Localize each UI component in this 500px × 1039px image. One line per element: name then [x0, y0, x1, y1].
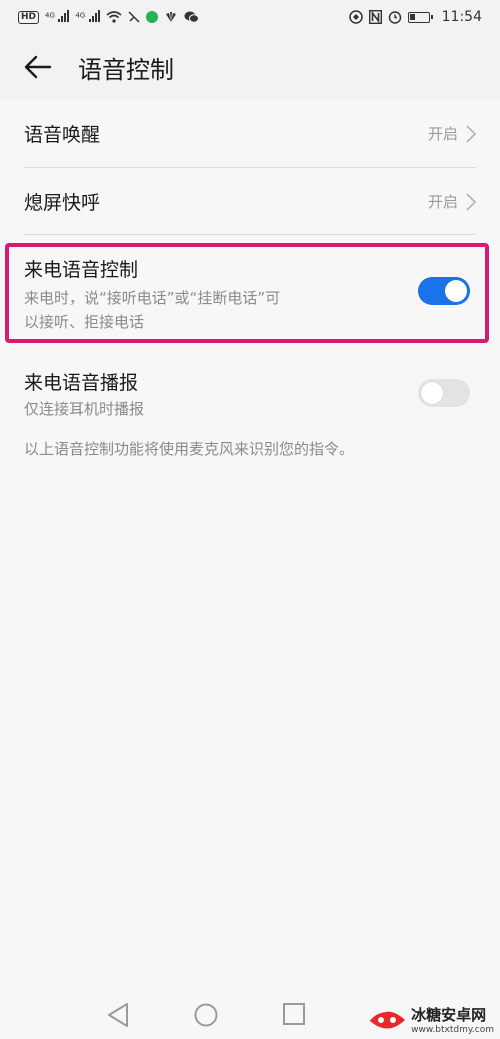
nav-recents-icon[interactable] [282, 1002, 306, 1026]
status-time: 11:54 [441, 9, 482, 25]
signal-4g-icon: 4G [75, 9, 100, 25]
settings-list: 语音唤醒 开启 熄屏快呼 开启 来电语音控制 来电时，说“接听电话”或“挂断电话… [0, 100, 500, 1039]
green-app-icon [145, 11, 158, 23]
app-header: 语音控制 [0, 34, 500, 100]
hd-icon: HD [18, 10, 40, 24]
n-icon [368, 10, 382, 24]
highlight-frame [5, 243, 489, 343]
footnote-text: 以上语音控制功能将使用麦克风来识别您的指令。 [24, 440, 355, 458]
setting-description: 仅连接耳机时播报 [24, 400, 145, 418]
battery-icon [407, 11, 433, 23]
setting-value: 开启 [428, 123, 476, 144]
wifi-icon [106, 11, 122, 23]
status-bar-right: 11:54 [348, 9, 482, 25]
watermark-url: www.btxtdmy.com [411, 1025, 494, 1035]
huawei-icon [165, 12, 176, 22]
watermark-name: 冰糖安卓网 [411, 1006, 487, 1024]
back-arrow-icon[interactable] [24, 53, 52, 81]
network-type-label: 4G [45, 10, 55, 19]
nav-back-icon[interactable] [106, 1002, 130, 1028]
watermark-text: 冰糖安卓网 www.btxtdmy.com [411, 1004, 494, 1035]
nfc-icon [348, 10, 363, 24]
status-bar-left: HD 4G 4G [18, 9, 199, 25]
network-type-label: 4G [75, 10, 86, 19]
wechat-icon [184, 11, 199, 23]
divider [24, 234, 476, 235]
mute-icon [128, 11, 140, 23]
watermark-logo-icon [368, 1009, 406, 1028]
setting-label: 语音唤醒 [24, 124, 101, 146]
nav-home-icon[interactable] [193, 1002, 219, 1028]
chevron-right-icon [466, 192, 476, 211]
setting-status-text: 开启 [427, 125, 458, 143]
status-bar: HD 4G 4G 11:54 [0, 0, 500, 34]
watermark: 冰糖安卓网 www.btxtdmy.com [367, 1004, 494, 1035]
signal-4g-icon: 4G [45, 9, 70, 25]
setting-value: 开启 [428, 191, 476, 212]
setting-status-text: 开启 [427, 193, 458, 211]
setting-incoming-call-announce[interactable]: 来电语音播报 仅连接耳机时播报 [24, 368, 476, 428]
chevron-right-icon [466, 124, 476, 143]
incoming-call-announce-toggle[interactable] [418, 379, 470, 407]
alarm-icon [388, 11, 401, 24]
setting-label: 来电语音播报 [24, 372, 139, 394]
setting-voice-wakeup[interactable]: 语音唤醒 开启 [24, 100, 476, 167]
toggle-knob [421, 382, 443, 404]
setting-screen-off-call[interactable]: 熄屏快呼 开启 [24, 168, 476, 235]
page-title: 语音控制 [78, 55, 174, 84]
setting-label: 熄屏快呼 [24, 192, 101, 214]
